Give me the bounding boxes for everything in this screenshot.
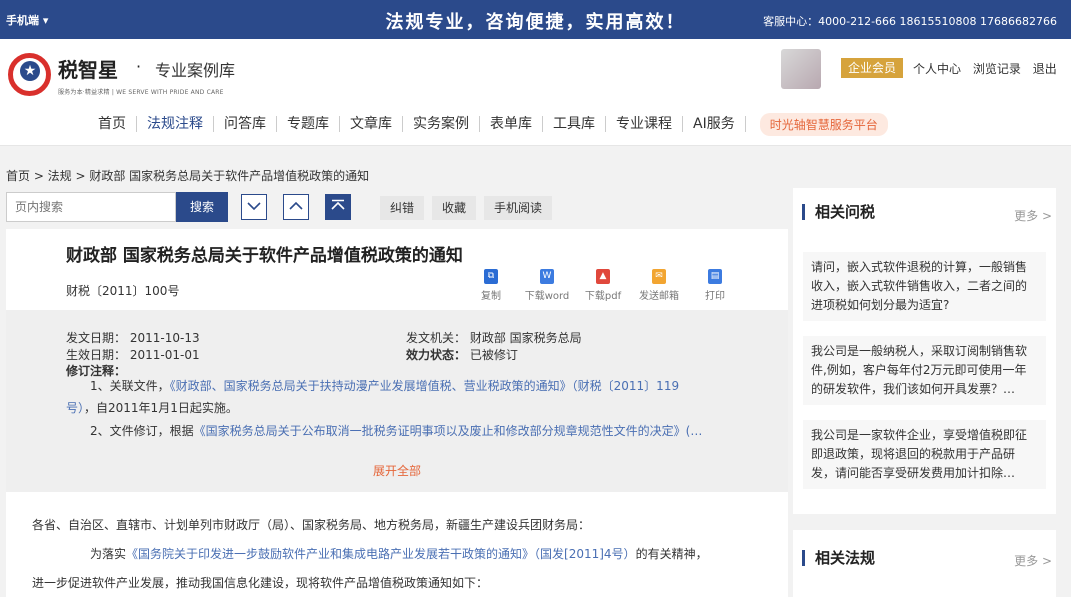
- effective-date: 生效日期： 2011-01-01: [66, 346, 200, 363]
- note-2-prefix: 2、文件修订，根据: [90, 424, 194, 438]
- issue-date-value: 2011-10-13: [129, 331, 200, 345]
- logout-link[interactable]: 退出: [1033, 62, 1057, 76]
- paragraph-1-link[interactable]: 《国务院关于印发进一步鼓励软件产业和集成电路产业发展若干政策的通知》（国发[20…: [126, 547, 636, 561]
- logo-icon[interactable]: [8, 53, 51, 96]
- list-item[interactable]: 请问，嵌入式软件退税的计算，一般销售收入，嵌入式软件销售收入，二者之间的进项税如…: [803, 252, 1046, 321]
- revision-note-1: 1、关联文件，《财政部、国家税务总局关于扶持动漫产业发展增值税、营业税政策的通知…: [66, 375, 746, 397]
- send-email-button[interactable]: ✉ 发送邮箱: [631, 269, 687, 302]
- issuer-label: 发文机关：: [406, 331, 467, 345]
- effective-date-label: 生效日期：: [66, 348, 127, 362]
- word-icon: W: [540, 269, 554, 284]
- nav-ai[interactable]: AI服务: [683, 116, 746, 132]
- print-label: 打印: [705, 291, 725, 302]
- nav-home[interactable]: 首页: [88, 116, 137, 132]
- nav-courses[interactable]: 专业课程: [606, 116, 683, 132]
- related-laws-title: 相关法规: [802, 550, 875, 566]
- note-1-link[interactable]: 《财政部、国家税务总局关于扶持动漫产业发展增值税、营业税政策的通知》（财税〔20…: [170, 379, 679, 393]
- vip-badge[interactable]: 企业会员: [841, 58, 904, 78]
- download-pdf-label: 下载pdf: [584, 291, 622, 302]
- nav-tools[interactable]: 工具库: [543, 116, 606, 132]
- main-nav: 首页 法规注释 问答库 专题库 文章库 实务案例 表单库 工具库 专业课程 AI…: [88, 112, 888, 136]
- nav-platform-button[interactable]: 时光轴智慧服务平台: [759, 112, 888, 136]
- related-laws-panel: 相关法规 更多 >: [793, 530, 1056, 597]
- copy-icon: ⧉: [484, 269, 498, 284]
- pdf-icon: ▲: [596, 269, 610, 284]
- user-links: 个人中心 浏览记录 退出: [913, 60, 1065, 77]
- revision-note-1-cont: 号），自2011年1月1日起实施。: [66, 397, 746, 419]
- nav-forms[interactable]: 表单库: [480, 116, 543, 132]
- download-pdf-button[interactable]: ▲ 下载pdf: [575, 269, 631, 302]
- note-1-prefix: 1、关联文件，: [90, 379, 170, 393]
- document-number: 财税〔2011〕100号: [66, 284, 180, 298]
- correct-button[interactable]: 纠错: [380, 196, 425, 220]
- user-center-link[interactable]: 个人中心: [913, 62, 961, 76]
- note-1-suffix: ，自2011年1月1日起实施。: [84, 401, 238, 415]
- back-to-top-icon[interactable]: [325, 194, 351, 220]
- chevron-down-icon[interactable]: [241, 194, 267, 220]
- expand-all-button[interactable]: 展开全部: [6, 462, 788, 479]
- doc-paragraph-1-line2: 进一步促进软件产业发展，推动我国信息化建设，现将软件产品增值税政策通知如下：: [32, 576, 489, 590]
- nav-cases[interactable]: 实务案例: [403, 116, 480, 132]
- print-button[interactable]: ▤ 打印: [687, 269, 743, 302]
- related-qa-title: 相关问税: [802, 204, 875, 220]
- document-panel: 财政部 国家税务总局关于软件产品增值税政策的通知 财税〔2011〕100号 ⧉ …: [6, 229, 788, 597]
- copy-label: 复制: [481, 291, 501, 302]
- status-label: 效力状态：: [406, 348, 467, 362]
- issuer: 发文机关： 财政部 国家税务总局: [406, 329, 582, 346]
- nav-articles[interactable]: 文章库: [340, 116, 403, 132]
- breadcrumb[interactable]: 首页 > 法规 > 财政部 国家税务总局关于软件产品增值税政策的通知: [6, 167, 369, 184]
- list-item[interactable]: 我公司是一家软件企业，享受增值税即征即退政策，现将退回的税款用于产品研发，请问能…: [803, 420, 1046, 489]
- issue-date: 发文日期： 2011-10-13: [66, 329, 200, 346]
- top-banner: 手机端 ▾ 法规专业，咨询便捷，实用高效！ 客服中心：4000-212-666 …: [0, 0, 1071, 39]
- chevron-up-icon[interactable]: [283, 194, 309, 220]
- search-input[interactable]: [6, 192, 176, 222]
- search-button[interactable]: 搜索: [176, 192, 228, 222]
- list-item[interactable]: 我公司是一般纳税人，采取订阅制销售软件,例如，客户每年付2万元即可使用一年的研发…: [803, 336, 1046, 405]
- contact-info: 客服中心：4000-212-666 18615510808 1768668276…: [763, 15, 1057, 28]
- paragraph-1-suffix: 的有关精神，: [635, 547, 708, 561]
- send-email-label: 发送邮箱: [639, 291, 679, 302]
- doc-toolbar: 搜索 纠错 收藏 手机阅读: [6, 192, 788, 222]
- copy-button[interactable]: ⧉ 复制: [463, 269, 519, 302]
- brand-tagline: 服务为本·精益求精 | WE SERVE WITH PRIDE AND CARE: [58, 89, 224, 96]
- nav-topics[interactable]: 专题库: [277, 116, 340, 132]
- revision-note-2: 2、文件修订，根据《国家税务总局关于公布取消一批税务证明事项以及废止和修改部分规…: [66, 420, 746, 442]
- document-actions: ⧉ 复制 W 下载word ▲ 下载pdf ✉ 发送邮箱 ▤ 打印: [463, 269, 743, 302]
- brand-separator: ·: [136, 57, 142, 76]
- printer-icon: ▤: [708, 269, 722, 284]
- related-qa-more-link[interactable]: 更多 >: [1014, 207, 1052, 224]
- doc-paragraph-1: 为落实《国务院关于印发进一步鼓励软件产业和集成电路产业发展若干政策的通知》（国发…: [90, 544, 708, 564]
- avatar[interactable]: [781, 49, 821, 89]
- note-2-link[interactable]: 《国家税务总局关于公布取消一批税务证明事项以及废止和修改部分规章规范性文件的决定…: [194, 424, 703, 438]
- doc-salutation: 各省、自治区、直辖市、计划单列市财政厅（局）、国家税务局、地方税务局，新疆生产建…: [32, 518, 591, 532]
- nav-qa[interactable]: 问答库: [214, 116, 277, 132]
- page-title: 财政部 国家税务总局关于软件产品增值税政策的通知: [66, 246, 463, 266]
- effective-date-value: 2011-01-01: [129, 348, 200, 362]
- document-meta: 发文日期： 2011-10-13 生效日期： 2011-01-01 发文机关： …: [6, 310, 788, 492]
- favorite-button[interactable]: 收藏: [432, 196, 477, 220]
- validity-status: 效力状态： 已被修订: [406, 346, 518, 363]
- related-laws-more-link[interactable]: 更多 >: [1014, 552, 1052, 569]
- site-header: 税智星 · 专业案例库 服务为本·精益求精 | WE SERVE WITH PR…: [0, 39, 1071, 146]
- download-word-label: 下载word: [524, 291, 570, 302]
- paragraph-1-prefix: 为落实: [90, 547, 127, 561]
- mobile-read-button[interactable]: 手机阅读: [484, 196, 553, 220]
- nav-regulation-notes[interactable]: 法规注释: [137, 116, 214, 132]
- issue-date-label: 发文日期：: [66, 331, 127, 345]
- brand-name[interactable]: 税智星: [58, 54, 118, 83]
- note-1-link-cont[interactable]: 号）: [66, 401, 84, 415]
- download-word-button[interactable]: W 下载word: [519, 269, 575, 302]
- related-qa-panel: 相关问税 更多 > 请问，嵌入式软件退税的计算，一般销售收入，嵌入式软件销售收入…: [793, 188, 1056, 514]
- mail-icon: ✉: [652, 269, 666, 284]
- issuer-value: 财政部 国家税务总局: [469, 331, 582, 345]
- status-badge: 已被修订: [469, 348, 518, 362]
- brand-subtitle: 专业案例库: [155, 61, 236, 80]
- history-link[interactable]: 浏览记录: [973, 62, 1021, 76]
